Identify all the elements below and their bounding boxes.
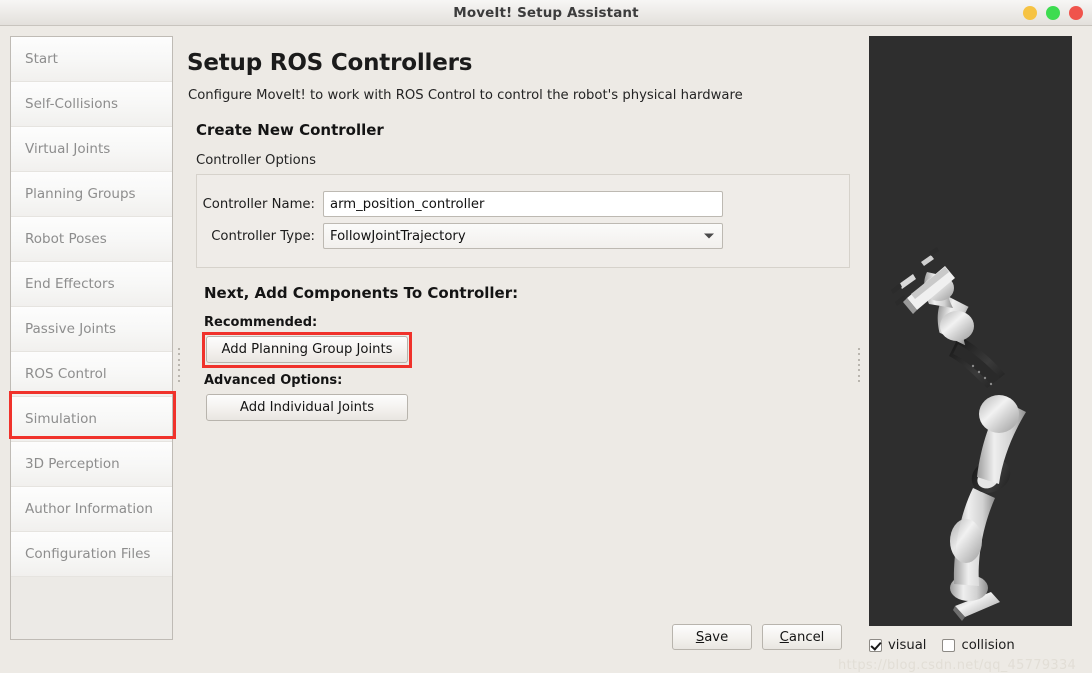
robot-3d-viewport[interactable] (869, 36, 1072, 626)
display-options-bar: visual collision (869, 634, 1072, 656)
sidebar-item-planning-groups[interactable]: Planning Groups (11, 172, 172, 217)
visual-checkbox[interactable] (869, 638, 882, 652)
controller-type-value: FollowJointTrajectory (330, 228, 466, 244)
sidebar-item-label: Start (25, 51, 58, 67)
sidebar-item-label: 3D Perception (25, 456, 120, 472)
sidebar-item-passive-joints[interactable]: Passive Joints (11, 307, 172, 352)
save-suffix: ave (704, 629, 729, 645)
add-individual-joints-button[interactable]: Add Individual Joints (206, 394, 408, 421)
sidebar-item-label: Virtual Joints (25, 141, 111, 157)
sidebar-item-label: Passive Joints (25, 321, 117, 337)
cancel-mnemonic: C (779, 629, 789, 645)
cancel-suffix: ancel (788, 629, 825, 645)
controller-type-label: Controller Type: (211, 228, 315, 244)
window-title: MoveIt! Setup Assistant (453, 4, 639, 21)
sidebar-item-start[interactable]: Start (11, 37, 172, 82)
sidebar-item-virtual-joints[interactable]: Virtual Joints (11, 127, 172, 172)
sidebar-splitter-handle[interactable] (176, 348, 181, 382)
sidebar-item-label: Planning Groups (25, 186, 136, 202)
window-titlebar: MoveIt! Setup Assistant (0, 0, 1092, 26)
controller-options-label: Controller Options (196, 153, 316, 168)
chevron-down-icon (704, 233, 714, 239)
sidebar-item-simulation[interactable]: Simulation (11, 397, 172, 442)
main-content-panel: Setup ROS Controllers Configure MoveIt! … (185, 36, 850, 650)
sidebar-item-label: ROS Control (25, 366, 107, 382)
page-subtitle: Configure MoveIt! to work with ROS Contr… (188, 88, 743, 103)
controller-name-label: Controller Name: (202, 196, 315, 212)
sidebar-item-author-information[interactable]: Author Information (11, 487, 172, 532)
watermark-text: https://blog.csdn.net/qq_45779334 (838, 658, 1077, 673)
controller-name-row: Controller Name: (197, 191, 849, 217)
collision-checkbox-label: collision (961, 637, 1015, 653)
sidebar-item-end-effectors[interactable]: End Effectors (11, 262, 172, 307)
controller-type-select[interactable]: FollowJointTrajectory (323, 223, 723, 249)
page-title: Setup ROS Controllers (187, 50, 473, 76)
visual-checkbox-label: visual (888, 637, 927, 653)
create-controller-heading: Create New Controller (196, 121, 384, 139)
collision-checkbox-item[interactable]: collision (942, 637, 1015, 653)
save-button-label: Save (696, 630, 728, 645)
controller-options-group: Controller Name: Controller Type: Follow… (196, 174, 850, 268)
save-mnemonic: S (695, 629, 705, 645)
controller-name-input[interactable] (323, 191, 723, 217)
viewport-splitter-handle[interactable] (856, 348, 861, 382)
add-components-heading: Next, Add Components To Controller: (204, 284, 519, 302)
navigation-sidebar: Start Self-Collisions Virtual Joints Planni… (9, 36, 176, 640)
close-button[interactable] (1069, 6, 1083, 20)
app-body: Start Self-Collisions Virtual Joints Planni… (0, 26, 1092, 673)
sidebar-item-robot-poses[interactable]: Robot Poses (11, 217, 172, 262)
controller-type-row: Controller Type: FollowJointTrajectory (197, 223, 849, 249)
sidebar-item-label: Configuration Files (25, 546, 151, 562)
sidebar-item-label: End Effectors (25, 276, 115, 292)
advanced-options-label: Advanced Options: (204, 373, 343, 388)
sidebar-item-ros-control[interactable]: ROS Control (11, 352, 172, 397)
add-planning-group-joints-button[interactable]: Add Planning Group Joints (206, 336, 408, 363)
maximize-button[interactable] (1046, 6, 1060, 20)
navigation-list: Start Self-Collisions Virtual Joints Planni… (11, 37, 172, 577)
sidebar-item-3d-perception[interactable]: 3D Perception (11, 442, 172, 487)
sidebar-item-label: Self-Collisions (25, 96, 119, 112)
recommended-label: Recommended: (204, 315, 318, 330)
sidebar-item-configuration-files[interactable]: Configuration Files (11, 532, 172, 577)
window-controls (1023, 0, 1083, 26)
collision-checkbox[interactable] (942, 638, 956, 652)
cancel-button[interactable]: Cancel (762, 624, 842, 650)
sidebar-item-self-collisions[interactable]: Self-Collisions (11, 82, 172, 127)
sidebar-item-label: Author Information (25, 501, 153, 517)
sidebar-item-label: Robot Poses (25, 231, 107, 247)
visual-checkbox-item[interactable]: visual (869, 638, 926, 653)
minimize-button[interactable] (1023, 6, 1037, 20)
cancel-button-label: Cancel (780, 630, 825, 645)
robot-arm-render (891, 247, 1026, 621)
sidebar-item-label: Simulation (25, 411, 97, 427)
save-button[interactable]: Save (672, 624, 752, 650)
